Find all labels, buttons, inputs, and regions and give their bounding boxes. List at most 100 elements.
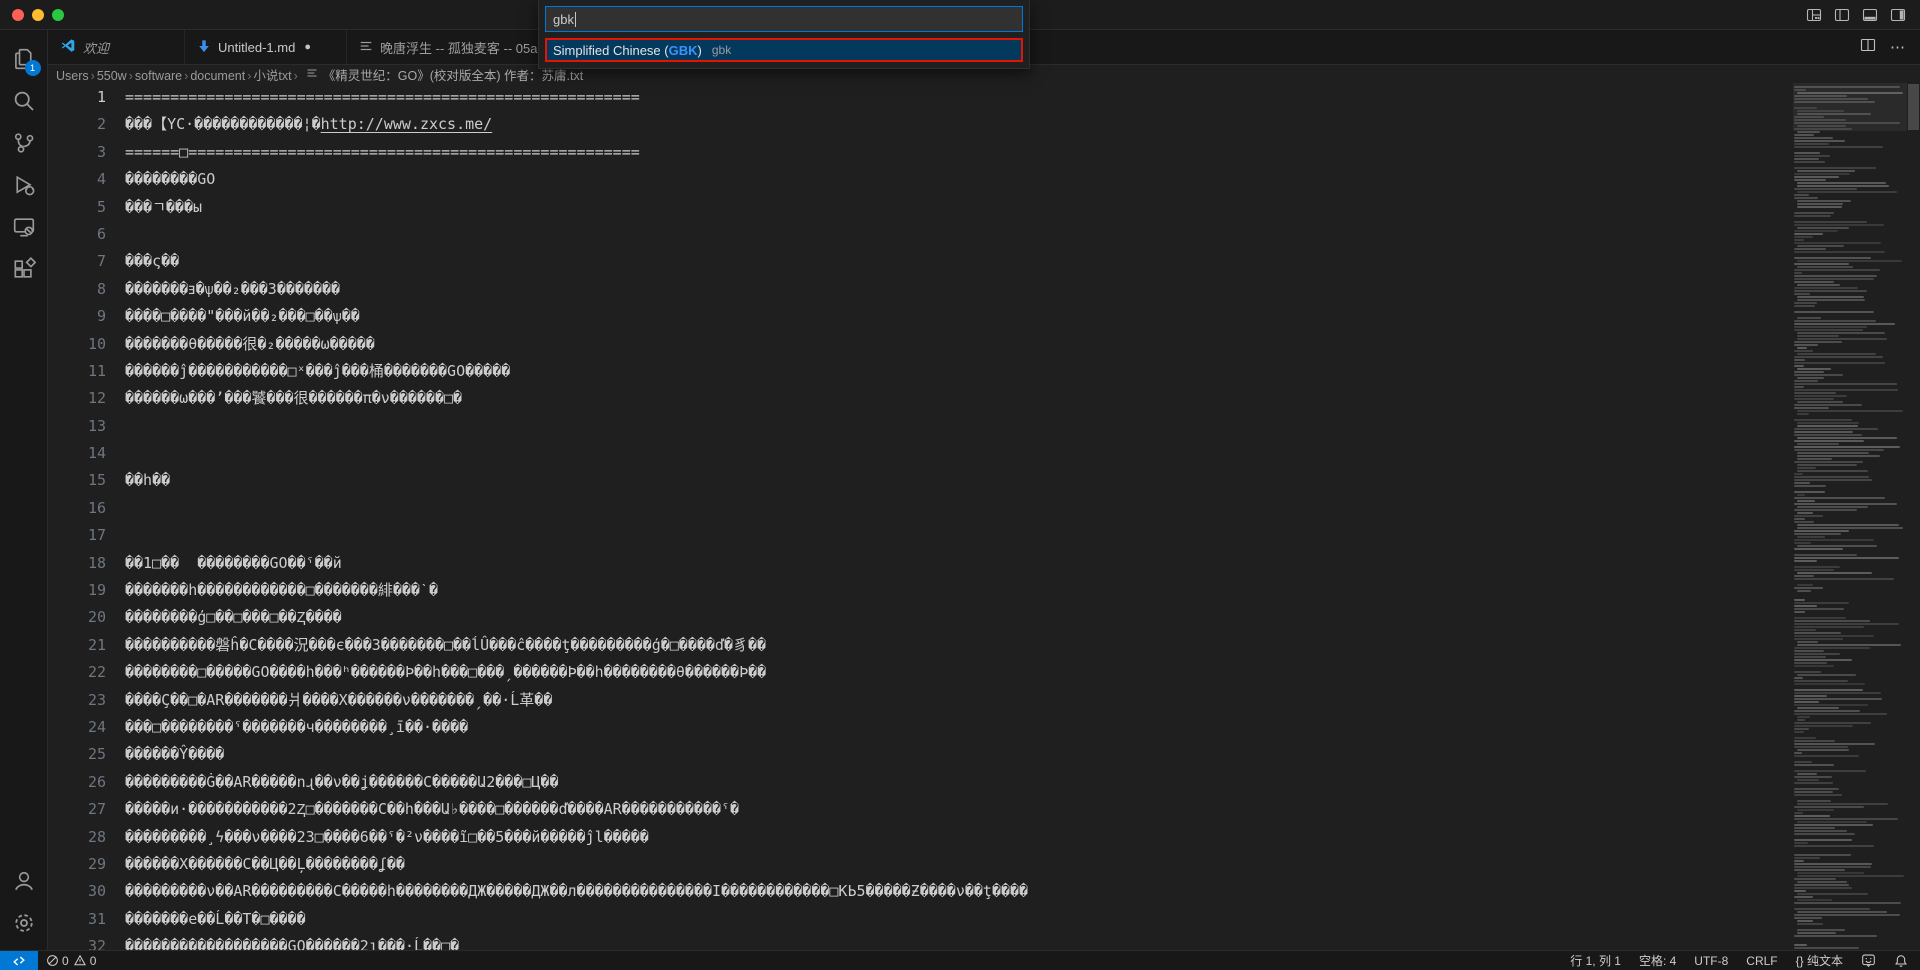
code-line[interactable]: 30���������ν��AR���������C�����h��������… (48, 878, 1793, 905)
status-item[interactable]: CRLF (1746, 954, 1777, 968)
line-text: ��������ģ□��□���□��Ⱬ���� (125, 604, 342, 631)
breadcrumb-item[interactable]: 550w (97, 69, 127, 83)
code-line[interactable]: 3 ======□================================… (48, 139, 1793, 166)
line-number: 27 (48, 796, 106, 823)
code-line[interactable]: 24 ���□��������ˤ�������ч��������¸ī��·���� (48, 714, 1793, 741)
vertical-scrollbar[interactable] (1907, 83, 1920, 950)
accounts-icon[interactable] (0, 860, 48, 902)
line-number: 15 (48, 467, 106, 494)
source-control-icon[interactable] (0, 122, 48, 164)
code-line[interactable]: 6 (48, 221, 1793, 248)
status-item[interactable]: UTF-8 (1694, 954, 1728, 968)
line-number: 19 (48, 577, 106, 604)
code-line[interactable]: 29������X������C��Ц��Ļ��������ʆ�� (48, 851, 1793, 878)
line-number: 20 (48, 604, 106, 631)
remote-explorer-icon[interactable] (0, 206, 48, 248)
line-number: 11 (48, 358, 106, 385)
problems-status[interactable]: 0 0 (38, 954, 104, 968)
code-line[interactable]: 19�������h������������□�������緋���ˋ� (48, 577, 1793, 604)
line-text: ����Ç��□�AR�������爿����X������ν�������ˏ�… (125, 687, 552, 714)
minimap[interactable] (1793, 83, 1907, 950)
more-actions-icon[interactable]: ⋯ (1890, 38, 1906, 56)
code-line[interactable]: 26���������Ġ��AR�����nɻ��ν��ʝ������C����… (48, 769, 1793, 796)
split-editor-icon[interactable] (1860, 37, 1876, 58)
toggle-primary-sidebar-icon[interactable] (1834, 7, 1850, 23)
tab-untitled-1[interactable]: Untitled-1.md ● (185, 30, 347, 64)
breadcrumb-item[interactable]: software (135, 69, 182, 83)
breadcrumb-item[interactable]: 小说txt (253, 69, 291, 83)
status-item[interactable]: 空格: 4 (1639, 952, 1676, 969)
code-line[interactable]: 10�������θ�����很�₂�����ω����� (48, 331, 1793, 358)
chevron-separator: › (127, 69, 135, 83)
customize-layout-icon[interactable] (1806, 7, 1822, 23)
code-line[interactable]: 17 (48, 522, 1793, 549)
code-line[interactable]: 5���ㄱ���ы (48, 194, 1793, 221)
modified-dot-icon: ● (304, 41, 311, 53)
line-number: 24 (48, 714, 106, 741)
chevron-separator: › (292, 69, 300, 83)
code-line[interactable]: 15��h�� (48, 467, 1793, 494)
extensions-icon[interactable] (0, 248, 48, 290)
line-text: ���������¸ϟ���ν����23□����6��ˤ�²ν����ĩ□�… (125, 824, 649, 851)
line-text: �������ⱻ�ѱ��₂���3������� (125, 276, 340, 303)
line-text: ������X������C��Ц��Ļ��������ʆ�� (125, 851, 405, 878)
line-text: ������ĵ�����������□ˣ���ĵ���桶�������GO���… (125, 358, 510, 385)
code-line[interactable]: 9����□����"���й��₂���□��ѱ�� (48, 303, 1793, 330)
error-count: 0 (62, 954, 69, 968)
breadcrumb-item[interactable]: document (190, 69, 245, 83)
code-line[interactable]: 2���【YC·������������¦�http://www.zxcs.me… (48, 111, 1793, 138)
activity-bar: 1 (0, 30, 48, 950)
code-line[interactable]: 1=======================================… (48, 84, 1793, 111)
code-line[interactable]: 23����Ç��□�AR�������爿����X������ν�������… (48, 687, 1793, 714)
zoom-button[interactable] (52, 9, 64, 21)
text-cursor (575, 12, 577, 27)
code-line[interactable]: 12������ω���’���饕���很������π�ν������□� (48, 385, 1793, 412)
code-line[interactable]: 27�����и·�����������2Ⱬ□�������C��h���Ա♭�… (48, 796, 1793, 823)
code-line[interactable]: 22��������□�����GO����h���ʰ������Þ��h���… (48, 659, 1793, 686)
line-number: 3 (48, 139, 106, 166)
code-line[interactable]: 18��1□�� ��������GO��ˤ��й (48, 550, 1793, 577)
close-button[interactable] (12, 9, 24, 21)
scrollbar-thumb[interactable] (1908, 84, 1919, 130)
status-item[interactable]: {} 纯文本 (1796, 952, 1843, 969)
code-line[interactable]: 7���ς�� (48, 248, 1793, 275)
line-text: ======□=================================… (125, 139, 640, 166)
detected-link[interactable]: http://www.zxcs.me/ (321, 115, 493, 133)
code-line[interactable]: 25������Ŷ���� (48, 741, 1793, 768)
code-line[interactable]: 21����������磐ĥ�C����況���є���3�������□��ĺ… (48, 632, 1793, 659)
feedback-icon[interactable] (1861, 953, 1876, 968)
breadcrumb-item[interactable]: Users (56, 69, 89, 83)
quickpick-item-gbk[interactable]: Simplified Chinese (GBK) gbk (545, 38, 1023, 62)
minimap-slider[interactable] (1793, 83, 1907, 131)
line-number: 4 (48, 166, 106, 193)
code-line[interactable]: 31�������e��Ĺ��T�□���� (48, 906, 1793, 933)
code-line[interactable]: 8�������ⱻ�ѱ��₂���3������� (48, 276, 1793, 303)
quickpick-input[interactable]: gbk (545, 6, 1023, 32)
minimize-button[interactable] (32, 9, 44, 21)
code-line[interactable]: 16 (48, 495, 1793, 522)
line-text: ����������磐ĥ�C����況���є���3�������□��ĺÛ�… (125, 632, 766, 659)
toggle-panel-icon[interactable] (1862, 7, 1878, 23)
code-line[interactable]: 4��������GO (48, 166, 1793, 193)
search-icon[interactable] (0, 80, 48, 122)
remote-indicator[interactable] (0, 951, 38, 970)
vscode-window: 1 (0, 0, 1920, 970)
notifications-bell-icon[interactable] (1894, 954, 1908, 968)
code-line[interactable]: 32������������������GO������2ı���·Ĺ��□� (48, 933, 1793, 950)
line-number: 26 (48, 769, 106, 796)
tab-welcome[interactable]: 欢迎 (48, 30, 185, 64)
code-line[interactable]: 14 (48, 440, 1793, 467)
run-debug-icon[interactable] (0, 164, 48, 206)
line-text: ���□��������ˤ�������ч��������¸ī��·���� (125, 714, 468, 741)
editor[interactable]: 1=======================================… (48, 83, 1920, 950)
toggle-secondary-sidebar-icon[interactable] (1890, 7, 1906, 23)
line-text: ���ς�� (125, 248, 179, 275)
code-line[interactable]: 11 ������ĵ�����������□ˣ���ĵ���桶�������GO�… (48, 358, 1793, 385)
explorer-icon[interactable]: 1 (0, 38, 48, 80)
code-line[interactable]: 28���������¸ϟ���ν����23□����6��ˤ�²ν����ĩ… (48, 824, 1793, 851)
status-item[interactable]: 行 1, 列 1 (1570, 952, 1621, 969)
code-line[interactable]: 13 (48, 413, 1793, 440)
settings-gear-icon[interactable] (0, 902, 48, 944)
line-number: 5 (48, 194, 106, 221)
code-line[interactable]: 20 ��������ģ□��□���□��Ⱬ���� (48, 604, 1793, 631)
